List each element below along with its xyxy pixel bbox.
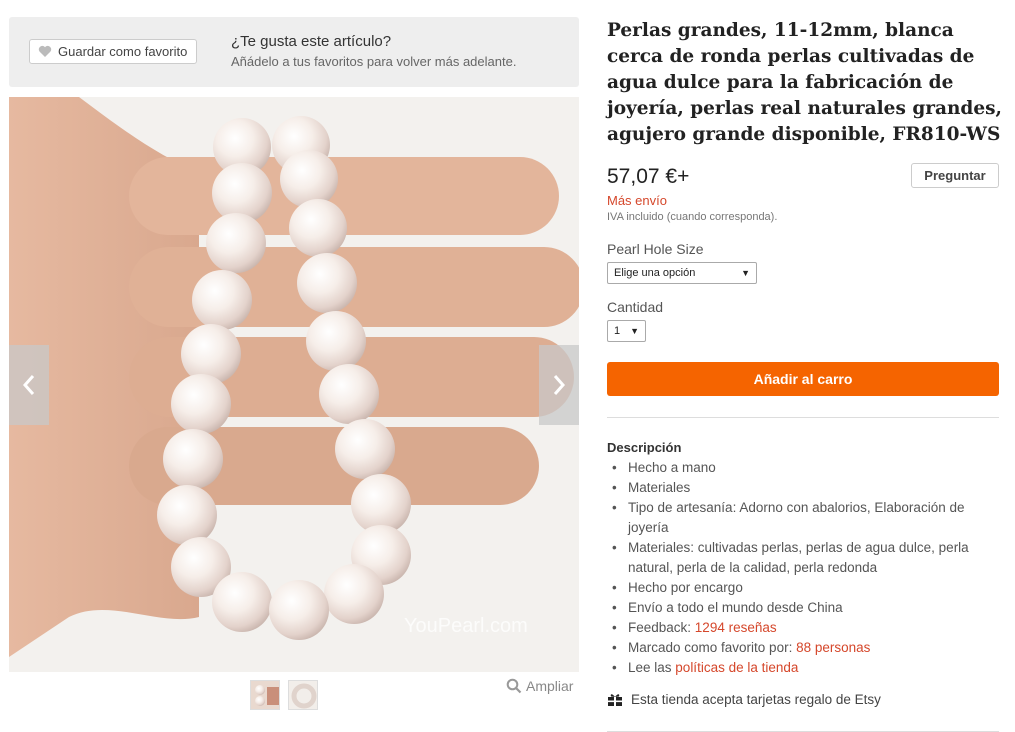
zoom-link[interactable]: Ampliar (506, 678, 573, 694)
dropdown-arrow-icon: ▼ (630, 326, 639, 336)
zoom-label: Ampliar (526, 678, 574, 694)
gift-icon (608, 693, 622, 706)
hole-size-value: Elige una opción (614, 267, 696, 279)
chevron-right-icon (553, 375, 566, 395)
list-item: Tipo de artesanía: Adorno con abalorios,… (607, 498, 999, 538)
product-title: Perlas grandes, 11-12mm, blanca cerca de… (607, 20, 1002, 145)
list-item: Hecho por encargo (607, 578, 999, 598)
product-photo[interactable]: YouPearl.com (9, 97, 579, 672)
quantity-label: Cantidad (607, 299, 664, 315)
gift-card-note: Esta tienda acepta tarjetas regalo de Et… (607, 692, 881, 707)
pearl-necklace-image: YouPearl.com (9, 97, 579, 672)
chevron-left-icon (22, 375, 35, 395)
feedback-label: Feedback: (628, 620, 695, 635)
list-item: Envío a todo el mundo desde China (607, 598, 999, 618)
watermark: YouPearl.com (404, 615, 528, 637)
hole-size-select[interactable]: Elige una opción ▼ (607, 262, 757, 284)
list-item: Marcado como favorito por: 88 personas (607, 638, 999, 658)
thumbnail-2[interactable] (288, 680, 318, 710)
favorite-prompt-title: ¿Te gusta este artículo? (231, 33, 392, 50)
policies-label: Lee las (628, 660, 676, 675)
favorite-prompt-bar: Guardar como favorito ¿Te gusta este art… (9, 17, 579, 87)
thumbnail-1[interactable] (250, 680, 280, 710)
next-image-button[interactable] (539, 345, 579, 425)
product-price: 57,07 €+ (607, 165, 690, 188)
list-item: Materiales (607, 478, 999, 498)
save-favorite-button[interactable]: Guardar como favorito (29, 39, 198, 64)
vat-note: IVA incluido (cuando corresponda). (607, 211, 778, 223)
magnifier-icon (506, 678, 522, 694)
list-item: Feedback: 1294 reseñas (607, 618, 999, 638)
dropdown-arrow-icon: ▼ (741, 268, 750, 278)
add-to-cart-button[interactable]: Añadir al carro (607, 362, 999, 396)
shipping-note: Más envío (607, 193, 667, 208)
gift-card-label: Esta tienda acepta tarjetas regalo de Et… (631, 692, 881, 707)
hole-size-label: Pearl Hole Size (607, 241, 704, 257)
description-heading: Descripción (607, 440, 682, 455)
divider (607, 417, 999, 418)
reviews-link[interactable]: 1294 reseñas (695, 620, 777, 635)
list-item: Hecho a mano (607, 458, 999, 478)
list-item: Lee las políticas de la tienda (607, 658, 999, 678)
thumbnail-strip (250, 680, 318, 710)
favorite-prompt-subtitle: Añádelo a tus favoritos para volver más … (231, 54, 517, 69)
favorited-label: Marcado como favorito por: (628, 640, 797, 655)
ask-question-button[interactable]: Preguntar (911, 163, 999, 188)
quantity-value: 1 (614, 325, 621, 337)
description-list: Hecho a mano Materiales Tipo de artesaní… (607, 458, 999, 678)
list-item: Materiales: cultivadas perlas, perlas de… (607, 538, 999, 578)
previous-image-button[interactable] (9, 345, 49, 425)
favorited-by-link[interactable]: 88 personas (796, 640, 870, 655)
quantity-select[interactable]: 1 ▼ (607, 320, 646, 342)
shop-policies-link[interactable]: políticas de la tienda (675, 660, 798, 675)
save-favorite-label: Guardar como favorito (58, 44, 188, 59)
heart-icon (38, 45, 52, 57)
